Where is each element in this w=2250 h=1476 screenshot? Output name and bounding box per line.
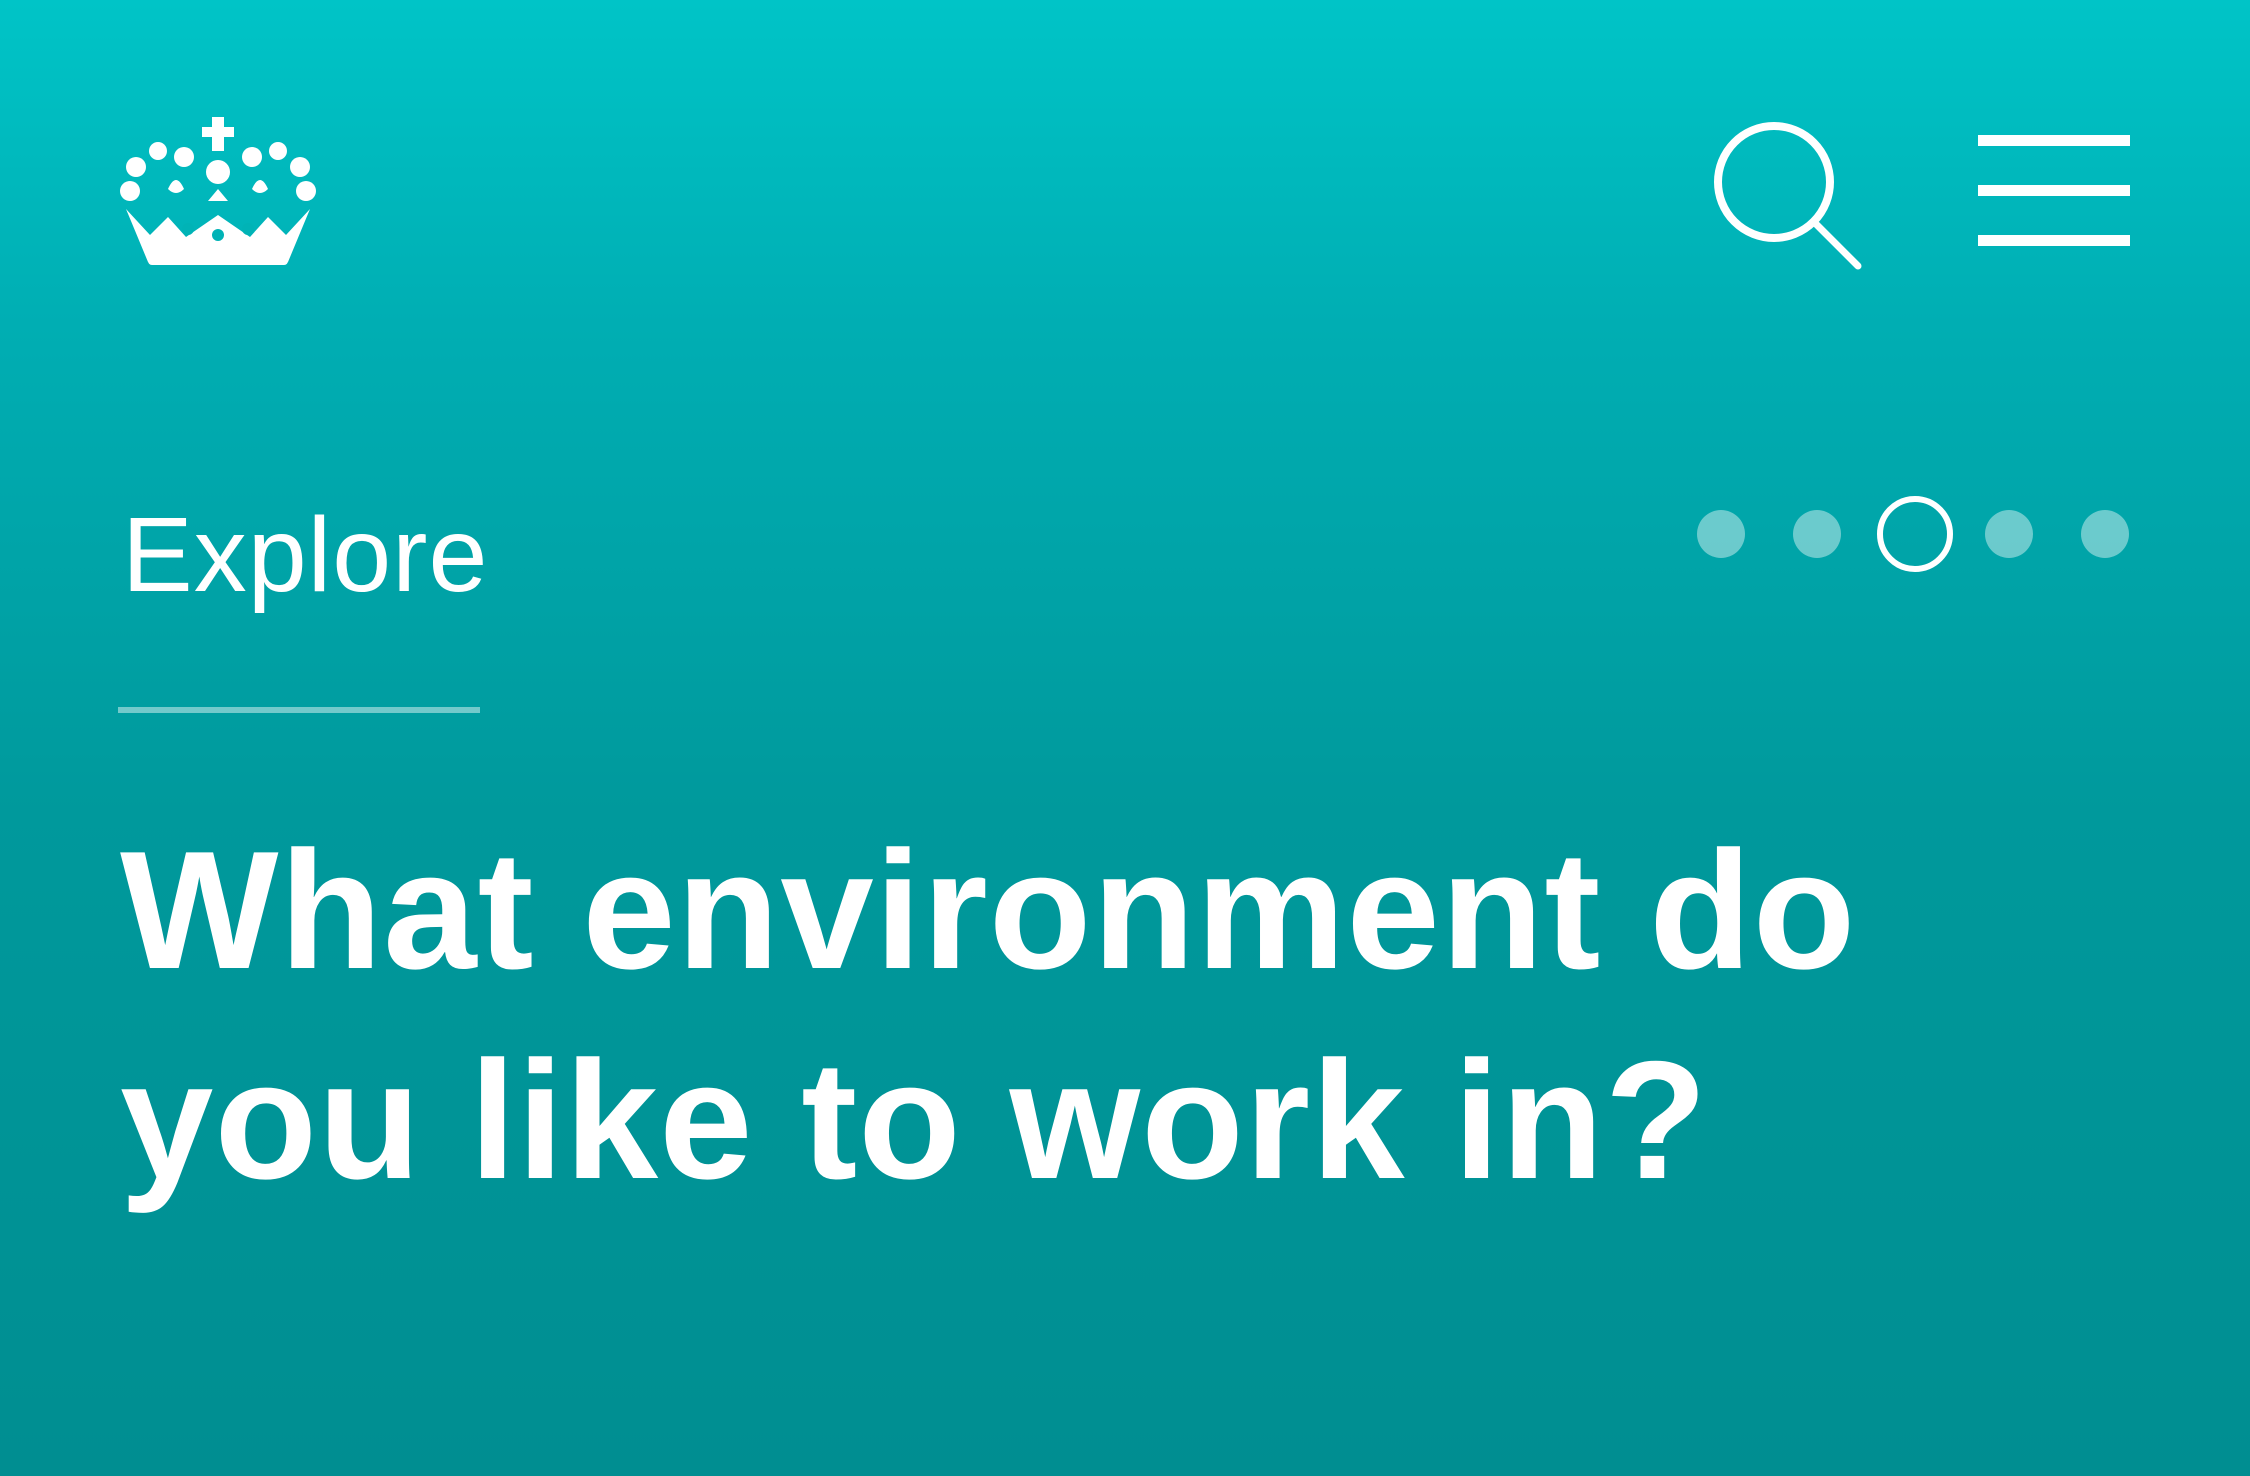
menu-bar-bottom <box>1978 235 2130 246</box>
menu-bar-middle <box>1978 185 2130 196</box>
crown-icon <box>120 117 316 265</box>
hamburger-menu-icon[interactable] <box>1978 135 2130 249</box>
question-headline: What environment do you like to work in? <box>120 816 1857 1214</box>
pager-dot[interactable] <box>1793 510 1841 558</box>
section-label: Explore <box>122 496 489 614</box>
page-indicator <box>1695 496 2135 572</box>
section-divider <box>118 707 480 713</box>
menu-bar-top <box>1978 135 2130 146</box>
onboarding-screen: Explore What environment do you like to … <box>0 0 2250 1476</box>
pager-dot[interactable] <box>2081 510 2129 558</box>
pager-dot[interactable] <box>1697 510 1745 558</box>
pager-dot[interactable] <box>1985 510 2033 558</box>
search-icon[interactable] <box>1708 116 1864 272</box>
pager-dot-active[interactable] <box>1877 496 1953 572</box>
